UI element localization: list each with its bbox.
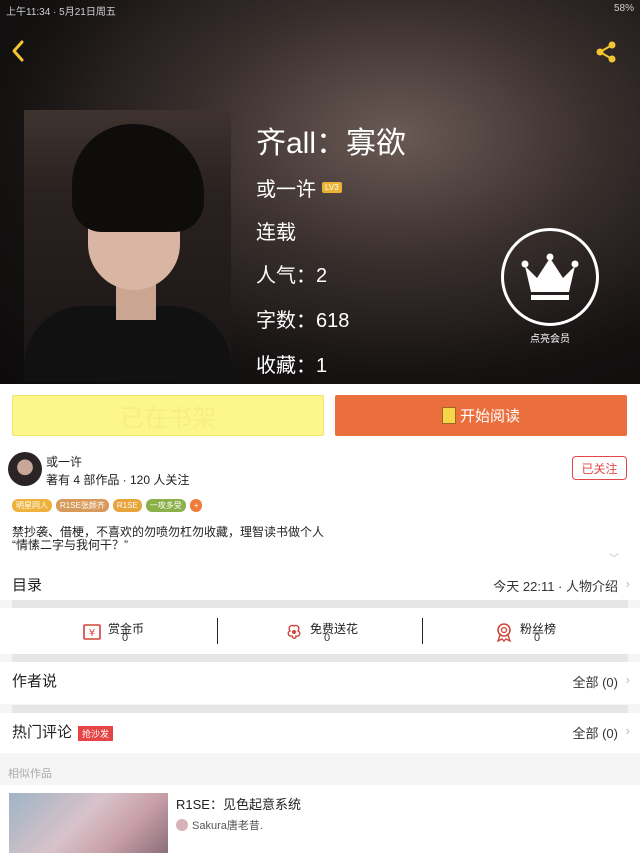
author-name: 或一许 bbox=[256, 179, 316, 201]
hot-comments-row[interactable]: 热门评论 抢沙发 全部 (0) › bbox=[0, 713, 640, 753]
medal-icon bbox=[496, 623, 512, 642]
similar-work-title: R1SE：见色起意系统 bbox=[176, 797, 301, 812]
reward-coins-button[interactable]: ¥ 赏金币 0 bbox=[82, 620, 262, 650]
in-shelf-button[interactable]: 已在书架 bbox=[12, 395, 324, 436]
gift-count: 0 bbox=[534, 632, 541, 644]
crown-icon bbox=[521, 253, 579, 300]
similar-work-card[interactable]: R1SE：见色起意系统 Sakura唐老昔. bbox=[0, 785, 640, 853]
book-icon bbox=[441, 407, 456, 424]
level-badge: LV3 bbox=[322, 182, 342, 193]
book-word-count: 字数：618 bbox=[256, 310, 350, 332]
fan-ranking-button[interactable]: 粉丝榜 0 bbox=[494, 620, 640, 650]
similar-works-label: 相似作品 bbox=[8, 768, 52, 780]
divider bbox=[422, 618, 423, 644]
author-stats: 著有 4 部作品 · 120 人关注 bbox=[46, 473, 190, 487]
tag-more-button[interactable]: + bbox=[189, 499, 203, 512]
gift-label: 免费送花 bbox=[310, 622, 359, 636]
status-battery: 58% bbox=[613, 3, 634, 14]
svg-text:¥: ¥ bbox=[89, 628, 95, 639]
chevron-left-icon bbox=[12, 40, 24, 62]
tag-item[interactable]: R1SE张颜齐 bbox=[56, 499, 109, 512]
chevron-right-icon: › bbox=[625, 576, 630, 591]
status-bar: 上午11:34 · 5月21日周五 58% bbox=[0, 0, 640, 18]
catalog-title: 目录 bbox=[12, 577, 43, 594]
tag-item[interactable]: 一攻多受 bbox=[145, 499, 186, 512]
book-title: 齐all：寡欲 bbox=[256, 127, 407, 160]
send-flower-button[interactable]: 免费送花 0 bbox=[284, 620, 464, 650]
author-says-all: 全部 (0) bbox=[572, 675, 618, 690]
hot-comments-all: 全部 (0) bbox=[572, 726, 618, 741]
author-section-name[interactable]: 或一许 bbox=[46, 453, 82, 470]
divider bbox=[217, 618, 218, 644]
intro-line-2: “情愫二字与我何干？” bbox=[12, 538, 128, 552]
chevron-right-icon: › bbox=[625, 672, 630, 687]
tag-item[interactable]: 明星同人 bbox=[12, 499, 52, 512]
start-reading-button[interactable]: 开始阅读 bbox=[335, 395, 627, 436]
avatar[interactable] bbox=[8, 452, 42, 486]
book-favorites: 收藏：1 bbox=[256, 355, 328, 377]
author-section: 或一许 著有 4 部作品 · 120 人关注 已关注 明星同人 R1SE张颜齐 … bbox=[0, 444, 640, 566]
tag-list: 明星同人 R1SE张颜齐 R1SE 一攻多受 + bbox=[12, 499, 203, 512]
book-status: 连载 bbox=[256, 222, 296, 244]
book-popularity: 人气：2 bbox=[256, 265, 328, 287]
divider bbox=[12, 705, 628, 713]
followed-button[interactable]: 已关注 bbox=[572, 456, 627, 480]
hot-comments-title: 热门评论 抢沙发 bbox=[12, 721, 114, 742]
action-bar: 已在书架 开始阅读 bbox=[0, 384, 640, 444]
similar-work-cover bbox=[9, 793, 168, 853]
gift-count: 0 bbox=[122, 632, 129, 644]
avatar bbox=[176, 819, 188, 831]
catalog-row[interactable]: 目录 今天 22:11 · 人物介绍 › bbox=[0, 566, 640, 600]
divider bbox=[12, 654, 628, 662]
tag-item[interactable]: R1SE bbox=[112, 499, 142, 512]
rush-sofa-badge: 抢沙发 bbox=[78, 725, 114, 741]
cover-hair bbox=[72, 124, 204, 232]
author-says-title: 作者说 bbox=[12, 673, 58, 690]
vip-label: 点亮会员 bbox=[530, 334, 570, 345]
book-hero: 上午11:34 · 5月21日周五 58% 齐all：寡欲 或一许 LV3 连载… bbox=[0, 0, 640, 384]
coin-icon: ¥ bbox=[83, 624, 101, 640]
book-cover[interactable] bbox=[24, 110, 231, 382]
back-button[interactable] bbox=[8, 38, 28, 64]
vip-button[interactable] bbox=[501, 228, 599, 326]
share-button[interactable] bbox=[594, 40, 618, 64]
gift-count: 0 bbox=[324, 632, 331, 644]
hot-comments-label: 热门评论 bbox=[12, 724, 73, 741]
divider bbox=[12, 600, 628, 608]
catalog-update: 今天 22:11 · 人物介绍 bbox=[493, 579, 618, 594]
similar-work-author-name: Sakura唐老昔. bbox=[192, 820, 263, 832]
share-icon bbox=[596, 41, 616, 63]
status-time: 上午11:34 · 5月21日周五 bbox=[6, 7, 116, 18]
chevron-right-icon: › bbox=[625, 723, 630, 738]
flower-icon bbox=[287, 624, 301, 639]
similar-work-author: Sakura唐老昔. bbox=[176, 817, 263, 833]
start-reading-label: 开始阅读 bbox=[459, 408, 520, 425]
book-author[interactable]: 或一许 LV3 bbox=[256, 173, 342, 202]
author-says-row[interactable]: 作者说 全部 (0) › bbox=[0, 662, 640, 704]
chevron-down-icon[interactable]: ﹀ bbox=[609, 550, 619, 565]
